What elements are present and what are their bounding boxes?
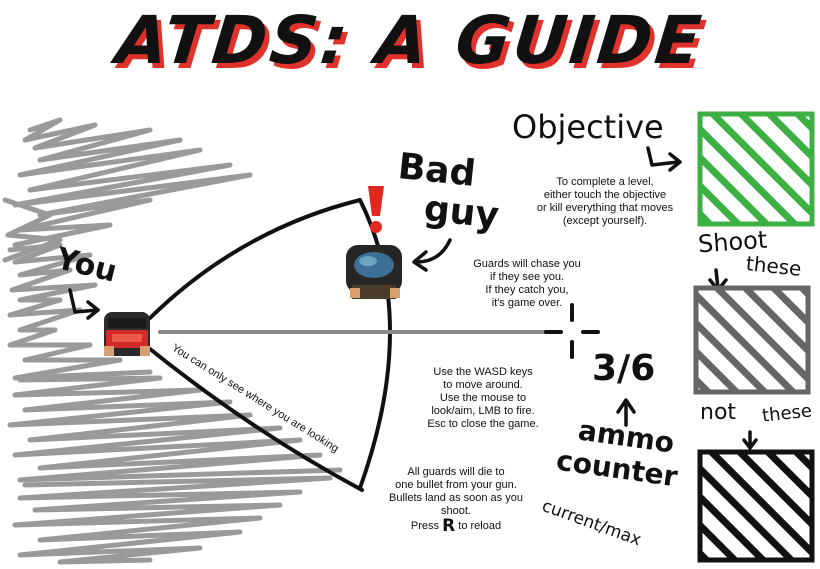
controls-text-line: Esc to close the game. bbox=[427, 418, 539, 430]
player-sprite bbox=[104, 312, 150, 356]
shoot-box bbox=[693, 285, 811, 395]
reload-after: to reload bbox=[458, 520, 502, 532]
guard-text-line: if they see you. bbox=[490, 271, 564, 283]
page-title: ATDS: A GUIDE bbox=[112, 2, 708, 79]
controls-text-line: to move around. bbox=[443, 379, 523, 391]
objective-text-line: or kill everything that moves bbox=[536, 202, 674, 214]
guard-text-line: If they catch you, bbox=[485, 284, 569, 296]
exclamation-icon bbox=[368, 186, 384, 233]
reload-key: R bbox=[442, 516, 456, 536]
bullets-text-line: shoot. bbox=[441, 505, 471, 517]
reload-before: Press bbox=[410, 520, 440, 532]
bullets-instructions: All guards will die to one bullet from y… bbox=[376, 466, 536, 535]
bullets-text-line: one bullet from your gun. bbox=[395, 479, 517, 491]
objective-arrow bbox=[646, 146, 682, 172]
objective-instructions: To complete a level, either touch the ob… bbox=[530, 176, 680, 228]
controls-text-line: Use the WASD keys bbox=[433, 366, 533, 378]
controls-text-line: Use the mouse to bbox=[439, 392, 527, 404]
guard-text-line: it's game over. bbox=[491, 297, 563, 309]
not-arrow bbox=[742, 430, 758, 450]
ammo-counter-display: 3/6 bbox=[592, 348, 656, 389]
not-box bbox=[697, 449, 815, 563]
bad-guy-arrow bbox=[412, 238, 452, 272]
bullets-text-line: Bullets land as soon as you bbox=[389, 492, 523, 504]
guard-instructions: Guards will chase you if they see you. I… bbox=[462, 258, 592, 310]
objective-text-line: either touch the objective bbox=[543, 189, 667, 201]
objective-box bbox=[697, 111, 815, 227]
controls-instructions: Use the WASD keys to move around. Use th… bbox=[408, 366, 558, 431]
bad-guy-label-line2: guy bbox=[422, 188, 501, 237]
bad-guy-label-line1: Bad bbox=[396, 146, 478, 195]
bullets-text-line: All guards will die to bbox=[407, 466, 505, 478]
not-label: not bbox=[700, 400, 737, 425]
controls-text-line: look/aim, LMB to fire. bbox=[431, 405, 535, 417]
scribble-wall bbox=[2, 117, 343, 565]
objective-label: Objective bbox=[512, 108, 664, 146]
objective-text-line: To complete a level, bbox=[556, 176, 654, 188]
crosshair-icon bbox=[544, 303, 600, 359]
guard-sprite bbox=[346, 245, 402, 299]
objective-text-line: (except yourself). bbox=[562, 215, 648, 227]
guard-text-line: Guards will chase you bbox=[473, 258, 581, 270]
reload-text-line: Press R to reload bbox=[376, 518, 536, 535]
